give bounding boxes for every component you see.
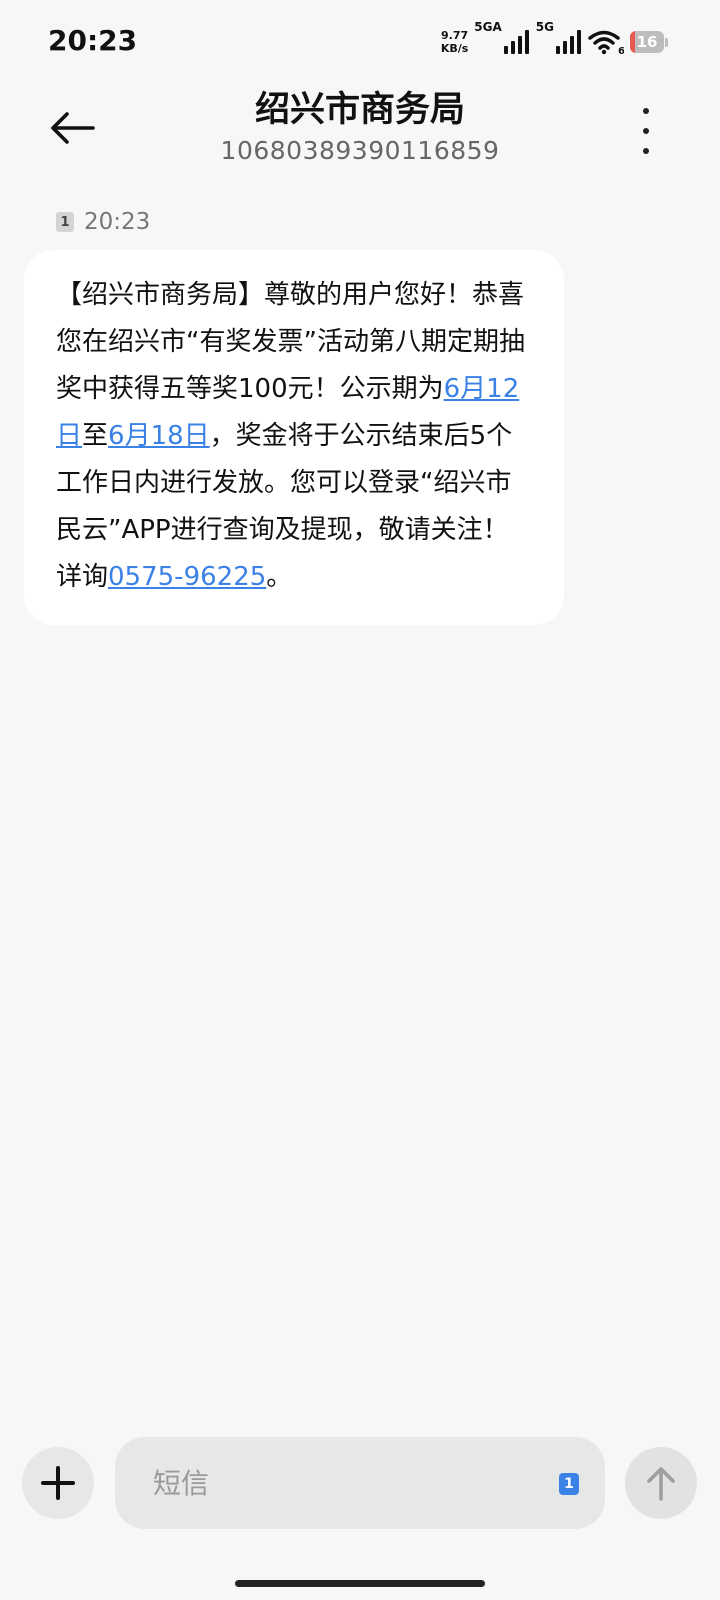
message-text: 。 <box>266 562 293 592</box>
date-link[interactable]: 6月18日 <box>108 421 210 451</box>
message-time: 20:23 <box>84 209 151 235</box>
network-speed-unit: KB/s <box>440 42 469 55</box>
sim2-network-type: 5G <box>535 20 554 34</box>
contact-name: 绍兴市商务局 <box>254 90 465 130</box>
status-icons: 9.77 KB/s 5GA 5G 6 16 <box>441 20 668 58</box>
signal-icon <box>503 30 529 54</box>
arrow-up-icon <box>647 1467 675 1501</box>
network-speed-value: 9.77 <box>440 29 469 42</box>
add-attachment-button[interactable] <box>22 1447 94 1519</box>
conversation-header: 绍兴市商务局 10680389390116859 <box>0 84 720 180</box>
sim-select-button[interactable]: 1 <box>559 1473 579 1495</box>
battery-level: 16 <box>636 33 658 51</box>
network-speed: 9.77 KB/s <box>441 29 468 55</box>
wifi-standard-badge: 6 <box>618 46 624 55</box>
sms-conversation-screen: 20:23 9.77 KB/s 5GA 5G 6 16 绍兴市商务局 10680… <box>0 0 720 1600</box>
more-options-button[interactable] <box>636 108 656 154</box>
message-text: 至 <box>82 421 109 451</box>
wifi-icon: 6 <box>588 30 624 55</box>
contact-number: 10680389390116859 <box>220 136 500 165</box>
plus-icon <box>41 1466 75 1500</box>
battery-body: 16 <box>630 31 664 53</box>
status-time: 20:23 <box>48 24 138 57</box>
sim-slot-badge: 1 <box>56 212 74 232</box>
sim1-network-type: 5GA <box>474 20 502 34</box>
signal-icon <box>556 30 581 54</box>
status-bar: 20:23 9.77 KB/s 5GA 5G 6 16 <box>0 0 720 84</box>
battery-tip <box>665 37 668 47</box>
battery-fill <box>630 31 636 53</box>
more-vertical-icon <box>643 128 649 134</box>
home-indicator[interactable] <box>235 1580 485 1587</box>
message-input[interactable] <box>151 1465 535 1501</box>
battery-icon: 16 <box>630 31 668 53</box>
more-vertical-icon <box>643 108 649 114</box>
phone-link[interactable]: 0575-96225 <box>108 562 266 592</box>
message-bubble[interactable]: 【绍兴市商务局】尊敬的用户您好！恭喜您在绍兴市“有奖发票”活动第八期定期抽奖中获… <box>24 250 564 625</box>
send-button[interactable] <box>625 1447 697 1519</box>
more-vertical-icon <box>643 148 649 154</box>
message-input-container: 1 <box>115 1437 605 1529</box>
contact-info: 绍兴市商务局 10680389390116859 <box>0 88 720 168</box>
message-meta: 1 20:23 <box>56 208 150 236</box>
